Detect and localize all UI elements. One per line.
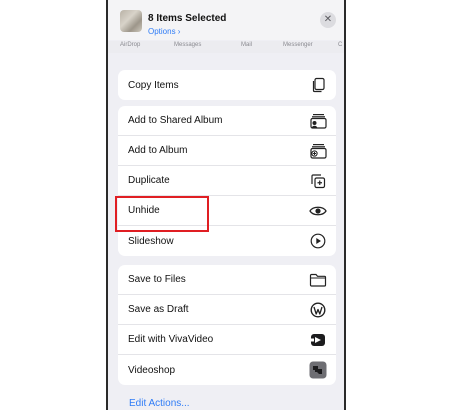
action-label: Edit with VivaVideo bbox=[128, 334, 214, 345]
share-target-mail[interactable]: Mail bbox=[241, 42, 252, 48]
action-group-photos: Add to Shared Album Add to Album Duplica… bbox=[118, 106, 336, 256]
action-label: Save as Draft bbox=[128, 304, 189, 315]
action-duplicate[interactable]: Duplicate bbox=[118, 166, 336, 196]
selection-thumbnail bbox=[117, 10, 142, 32]
share-targets-row: AirDrop Messages Mail Messenger C bbox=[108, 41, 344, 53]
action-group-apps: Save to Files Save as Draft Edit with Vi… bbox=[118, 265, 336, 385]
action-label: Slideshow bbox=[128, 235, 174, 247]
action-copy-items[interactable]: Copy Items bbox=[118, 70, 336, 100]
shared-album-icon bbox=[309, 112, 327, 130]
share-sheet-header: 8 Items Selected Options › ✕ bbox=[108, 0, 344, 40]
action-label: Copy Items bbox=[128, 79, 179, 91]
share-target-messages[interactable]: Messages bbox=[174, 42, 201, 48]
play-circle-icon bbox=[309, 232, 327, 250]
action-add-to-album[interactable]: Add to Album bbox=[118, 136, 336, 166]
edit-actions-link[interactable]: Edit Actions... bbox=[129, 398, 190, 409]
share-target-airdrop[interactable]: AirDrop bbox=[120, 42, 140, 48]
action-group-copy: Copy Items bbox=[118, 70, 336, 100]
vivavideo-icon bbox=[309, 331, 327, 349]
share-target-more[interactable]: C bbox=[338, 42, 342, 48]
action-label: Add to Album bbox=[128, 145, 188, 156]
action-edit-with-vivavideo[interactable]: Edit with VivaVideo bbox=[118, 325, 336, 355]
options-link[interactable]: Options › bbox=[148, 27, 180, 36]
eye-icon bbox=[309, 202, 327, 220]
action-label: Add to Shared Album bbox=[128, 115, 223, 126]
duplicate-icon bbox=[309, 172, 327, 190]
action-save-as-draft[interactable]: Save as Draft bbox=[118, 295, 336, 325]
videoshop-icon bbox=[309, 361, 327, 379]
action-save-to-files[interactable]: Save to Files bbox=[118, 265, 336, 295]
selection-title: 8 Items Selected bbox=[148, 13, 227, 24]
action-label: Save to Files bbox=[128, 274, 186, 285]
action-label: Videoshop bbox=[128, 364, 176, 376]
wordpress-icon bbox=[309, 301, 327, 319]
copy-icon bbox=[309, 76, 327, 94]
share-target-messenger[interactable]: Messenger bbox=[283, 42, 313, 48]
action-videoshop[interactable]: Videoshop bbox=[118, 355, 336, 385]
highlight-box bbox=[115, 196, 209, 232]
add-album-icon bbox=[309, 142, 327, 160]
action-add-to-shared-album[interactable]: Add to Shared Album bbox=[118, 106, 336, 136]
action-label: Duplicate bbox=[128, 175, 170, 186]
close-button[interactable]: ✕ bbox=[320, 12, 336, 28]
folder-icon bbox=[309, 271, 327, 289]
